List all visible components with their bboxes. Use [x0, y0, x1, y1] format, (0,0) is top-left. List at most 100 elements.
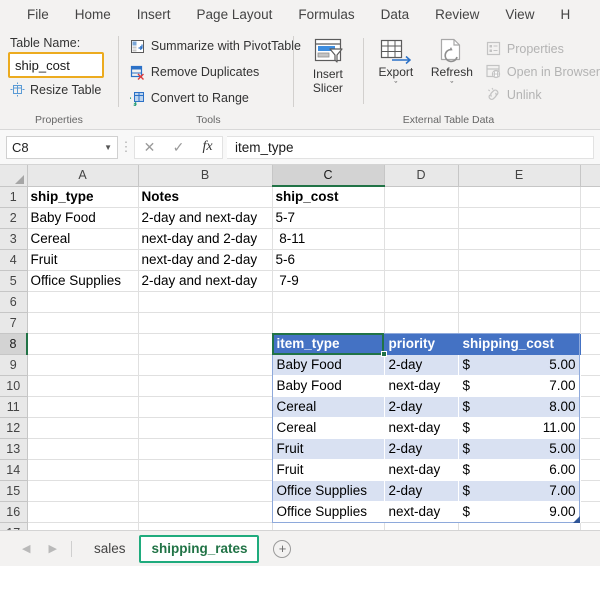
ribbon-tab-home[interactable]: Home — [62, 0, 124, 30]
cell-a7[interactable] — [27, 312, 138, 333]
row-header-12[interactable]: 12 — [0, 417, 27, 438]
cell-a8[interactable] — [27, 333, 138, 354]
select-all-corner[interactable] — [0, 165, 27, 186]
row-header-16[interactable]: 16 — [0, 501, 27, 522]
ribbon-tab-help[interactable]: H — [547, 0, 583, 30]
ribbon-tab-insert[interactable]: Insert — [124, 0, 184, 30]
cell-f15[interactable] — [580, 480, 600, 501]
sheet-tab-sales[interactable]: sales — [82, 536, 138, 562]
convert-to-range-button[interactable]: Convert to Range — [124, 86, 293, 110]
cell-a3[interactable]: Cereal — [27, 228, 138, 249]
cell-e17[interactable] — [458, 522, 580, 530]
row-header-4[interactable]: 4 — [0, 249, 27, 270]
cell-a1[interactable]: ship_type — [27, 186, 138, 207]
table-name-input[interactable] — [12, 58, 100, 73]
cell-a16[interactable] — [27, 501, 138, 522]
cell-a6[interactable] — [27, 291, 138, 312]
column-header-f[interactable] — [580, 165, 600, 186]
row-header-10[interactable]: 10 — [0, 375, 27, 396]
cell-d7[interactable] — [384, 312, 458, 333]
cell-b2[interactable]: 2-day and next-day — [138, 207, 272, 228]
table-cell-priority[interactable]: 2-day — [384, 396, 458, 417]
table-cell-item-type[interactable]: Baby Food — [272, 354, 384, 375]
previous-sheet-icon[interactable]: ◀ — [22, 542, 30, 555]
ribbon-tab-view[interactable]: View — [492, 0, 547, 30]
cell-a12[interactable] — [27, 417, 138, 438]
row-header-17[interactable]: 17 — [0, 522, 27, 530]
table-cell-priority[interactable]: next-day — [384, 501, 458, 522]
cell-a2[interactable]: Baby Food — [27, 207, 138, 228]
row-header-6[interactable]: 6 — [0, 291, 27, 312]
cell-b11[interactable] — [138, 396, 272, 417]
table-cell-priority[interactable]: next-day — [384, 459, 458, 480]
fill-handle[interactable] — [381, 351, 387, 357]
row-header-7[interactable]: 7 — [0, 312, 27, 333]
cell-f5[interactable] — [580, 270, 600, 291]
cell-a10[interactable] — [27, 375, 138, 396]
name-box[interactable]: C8 ▼ — [6, 136, 118, 159]
cell-f2[interactable] — [580, 207, 600, 228]
cell-c6[interactable] — [272, 291, 384, 312]
cell-b4[interactable]: next-day and 2-day — [138, 249, 272, 270]
table-cell-priority[interactable]: 2-day — [384, 438, 458, 459]
cell-f14[interactable] — [580, 459, 600, 480]
table-cell-item-type[interactable]: Cereal — [272, 417, 384, 438]
cell-a13[interactable] — [27, 438, 138, 459]
table-header-shipping-cost[interactable]: shipping_cost — [458, 333, 580, 354]
cell-a14[interactable] — [27, 459, 138, 480]
cell-b6[interactable] — [138, 291, 272, 312]
cell-b7[interactable] — [138, 312, 272, 333]
column-header-e[interactable]: E — [458, 165, 580, 186]
column-header-c[interactable]: C — [272, 165, 384, 186]
ribbon-tab-formulas[interactable]: Formulas — [285, 0, 367, 30]
ribbon-tab-review[interactable]: Review — [422, 0, 492, 30]
cell-b16[interactable] — [138, 501, 272, 522]
table-cell-item-type[interactable]: Office Supplies — [272, 480, 384, 501]
cell-a15[interactable] — [27, 480, 138, 501]
cell-d2[interactable] — [384, 207, 458, 228]
cell-e6[interactable] — [458, 291, 580, 312]
row-header-2[interactable]: 2 — [0, 207, 27, 228]
row-header-9[interactable]: 9 — [0, 354, 27, 375]
table-cell-shipping-cost[interactable]: $ 7.00 — [458, 480, 580, 501]
cell-d17[interactable] — [384, 522, 458, 530]
table-cell-shipping-cost[interactable]: $ 5.00 — [458, 354, 580, 375]
cell-c2[interactable]: 5-7 — [272, 207, 384, 228]
summarize-with-pivottable-button[interactable]: Summarize with PivotTable — [124, 34, 293, 58]
table-resize-handle[interactable] — [573, 516, 580, 523]
cell-f10[interactable] — [580, 375, 600, 396]
ribbon-tab-file[interactable]: File — [14, 0, 62, 30]
cell-c1[interactable]: ship_cost — [272, 186, 384, 207]
cell-c7[interactable] — [272, 312, 384, 333]
table-cell-priority[interactable]: 2-day — [384, 354, 458, 375]
row-header-11[interactable]: 11 — [0, 396, 27, 417]
table-cell-item-type[interactable]: Fruit — [272, 438, 384, 459]
cell-b12[interactable] — [138, 417, 272, 438]
column-header-b[interactable]: B — [138, 165, 272, 186]
cell-a9[interactable] — [27, 354, 138, 375]
cell-e7[interactable] — [458, 312, 580, 333]
refresh-chevron-down-icon[interactable]: ˇ — [450, 81, 453, 90]
cell-d4[interactable] — [384, 249, 458, 270]
cell-c5[interactable]: 7-9 — [272, 270, 384, 291]
table-cell-shipping-cost[interactable]: $ 11.00 — [458, 417, 580, 438]
table-cell-shipping-cost[interactable]: $ 6.00 — [458, 459, 580, 480]
table-cell-shipping-cost[interactable]: $ 8.00 — [458, 396, 580, 417]
cell-f7[interactable] — [580, 312, 600, 333]
formula-bar-grip[interactable]: ⋮ — [118, 142, 134, 152]
cell-f1[interactable] — [580, 186, 600, 207]
next-sheet-icon[interactable]: ▶ — [48, 542, 56, 555]
cell-b14[interactable] — [138, 459, 272, 480]
table-cell-priority[interactable]: next-day — [384, 417, 458, 438]
cell-a5[interactable]: Office Supplies — [27, 270, 138, 291]
cell-a4[interactable]: Fruit — [27, 249, 138, 270]
cell-b5[interactable]: 2-day and next-day — [138, 270, 272, 291]
cell-b13[interactable] — [138, 438, 272, 459]
export-button[interactable]: Export ˇ — [368, 34, 424, 90]
cell-b3[interactable]: next-day and 2-day — [138, 228, 272, 249]
ribbon-tab-page-layout[interactable]: Page Layout — [184, 0, 286, 30]
row-header-5[interactable]: 5 — [0, 270, 27, 291]
cell-a17[interactable] — [27, 522, 138, 530]
row-header-13[interactable]: 13 — [0, 438, 27, 459]
table-cell-shipping-cost[interactable]: $ 5.00 — [458, 438, 580, 459]
